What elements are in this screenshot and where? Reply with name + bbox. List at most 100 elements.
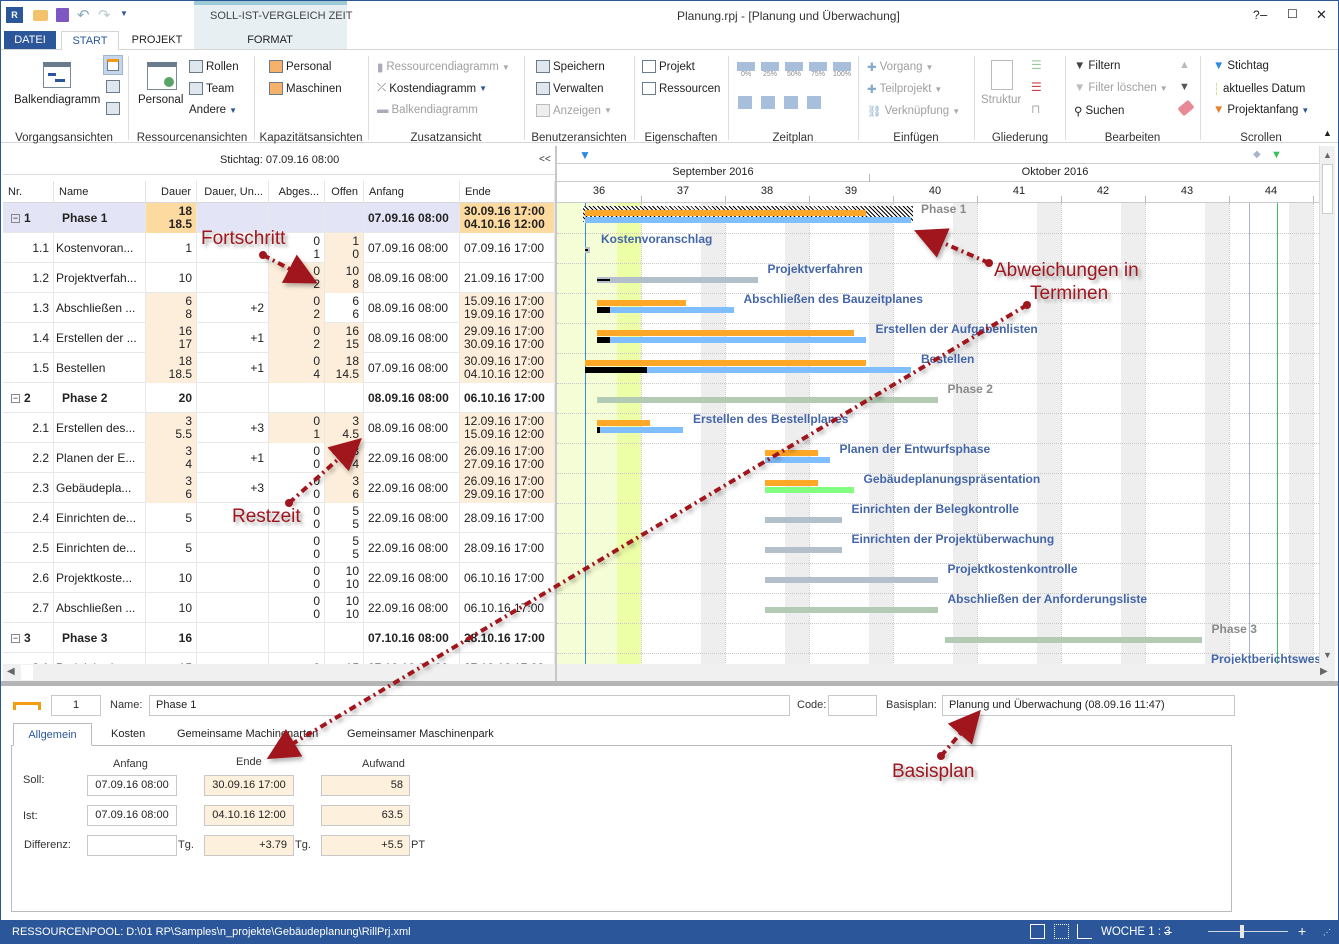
soll-aufwand-field[interactable]: 58 — [321, 775, 410, 796]
table-row[interactable]: 2.3 Gebäudepla... 3 6 +3 0 0 3 6 22.09.16 08:00 26… — [3, 473, 555, 503]
table-row[interactable]: 2.7 Abschließen ... 10 0 0 10 10 22.09.16 08:00… — [3, 593, 555, 623]
shift-task-icon[interactable] — [807, 96, 821, 109]
kostendiagramm-dropdown[interactable]: ⤫ Kostendiagramm ▼ — [377, 82, 487, 95]
resource-view-status-icon[interactable] — [1077, 924, 1092, 939]
timescale-label[interactable]: WOCHE 1 : 3 — [1101, 926, 1171, 938]
plan-bar[interactable] — [765, 480, 818, 486]
quick-access-dropdown-icon[interactable]: ▼ — [120, 9, 128, 18]
network-view-icon[interactable] — [106, 80, 120, 93]
filtern-button[interactable]: ▼ Filtern — [1074, 60, 1120, 72]
column-header-ende[interactable]: Ende — [460, 181, 555, 203]
scroll-down-arrow-icon[interactable]: ▼ — [1323, 650, 1332, 660]
normal-bar[interactable] — [597, 277, 758, 283]
gantt-small-view-icon[interactable] — [103, 55, 123, 75]
plan-bar[interactable] — [597, 420, 650, 426]
speichern-button[interactable]: Speichern — [536, 60, 605, 73]
collapse-toggle-icon[interactable]: − — [11, 633, 20, 643]
projektanfang-dropdown[interactable]: ▼ Projektanfang ▼ — [1213, 104, 1309, 116]
tab-kosten[interactable]: Kosten — [101, 723, 155, 746]
tab-gemeinsame-machinenarten[interactable]: Gemeinsame Machinenarten — [167, 723, 328, 746]
zoom-slider-thumb[interactable] — [1240, 925, 1244, 938]
gantt-view-status-icon[interactable] — [1030, 924, 1045, 939]
column-header-name[interactable]: Name — [54, 181, 146, 203]
scroll-up-icon[interactable]: ▲ — [1179, 59, 1190, 71]
collapse-ribbon-icon[interactable]: ▲ — [1323, 128, 1332, 138]
actual-bar[interactable] — [585, 217, 911, 223]
gantt-vertical-scrollbar[interactable]: ▲ ▼ — [1319, 146, 1335, 664]
scroll-thumb[interactable] — [1322, 164, 1333, 214]
summary-bar[interactable] — [765, 607, 938, 613]
table-row[interactable]: 3.1Projektberi...1501507.10.16 08:0027.1… — [3, 653, 555, 664]
stichtag-button[interactable]: ▼ Stichtag — [1213, 60, 1269, 72]
progress-1-button[interactable]: 25% — [760, 62, 780, 86]
current-date-marker-icon[interactable]: ▼ — [1271, 149, 1282, 161]
table-view-icon[interactable] — [106, 102, 120, 115]
summary-bar[interactable] — [945, 637, 1202, 643]
soll-anfang-field[interactable]: 07.09.16 08:00 — [87, 775, 177, 796]
diff-aufwand-field[interactable]: +5.5 — [321, 835, 410, 856]
split-task-icon[interactable] — [761, 96, 775, 109]
filter-loeschen-dropdown[interactable]: ▼ Filter löschen ▼ — [1074, 82, 1168, 94]
table-row[interactable]: 1.5 Bestellen 18 18.5 +1 0 4 18 14.5 07.09.16 08:… — [3, 353, 555, 383]
name-field[interactable]: Phase 1 — [149, 695, 790, 716]
column-header-abges[interactable]: Abges... — [269, 181, 325, 203]
undo-icon[interactable]: ↶ — [77, 6, 90, 24]
outdent-icon[interactable]: ☰ — [1031, 80, 1042, 94]
normal-bar[interactable] — [765, 577, 938, 583]
ressourcendiagramm-dropdown[interactable]: ▮ Ressourcendiagramm ▼ — [377, 60, 510, 74]
verknuepfung-insert-dropdown[interactable]: ⛓ Verknüpfung ▼ — [867, 104, 960, 118]
soll-ende-field[interactable]: 30.09.16 17:00 — [204, 775, 294, 796]
column-header-dauer[interactable]: Dauer — [146, 181, 197, 203]
progress-2-button[interactable]: 50% — [784, 62, 804, 86]
struktur-dropdown[interactable]: Struktur — [981, 94, 1021, 106]
balkendiagramm-button[interactable]: Balkendiagramm — [14, 94, 100, 106]
tab-projekt[interactable]: PROJEKT — [125, 31, 189, 49]
zoom-slider-track[interactable] — [1208, 931, 1288, 932]
eraser-icon[interactable] — [1177, 99, 1195, 117]
normal-bar[interactable] — [765, 517, 842, 523]
table-row[interactable]: 1.3 Abschließen ... 6 8 +2 0 2 6 6 08.09.16 08:00… — [3, 293, 555, 323]
table-horizontal-scrollbar[interactable]: ◀ — [3, 664, 555, 681]
table-row[interactable]: −2 Phase 2 20 08.09.16 08:00 06.10.16 17:00 — [3, 383, 555, 413]
ressourcen-properties-button[interactable]: Ressourcen — [642, 82, 720, 95]
andere-dropdown[interactable]: Andere ▼ — [189, 104, 237, 116]
progress-0-button[interactable]: 0% — [736, 62, 756, 86]
kapazitaet-maschinen-button[interactable]: Maschinen — [269, 82, 342, 95]
save-icon[interactable] — [56, 8, 69, 22]
zusatz-balkendiagramm-button[interactable]: ▬ Balkendiagramm — [377, 104, 478, 116]
align-task-icon[interactable] — [784, 96, 798, 109]
team-button[interactable]: Team — [189, 82, 234, 95]
vorgang-insert-dropdown[interactable]: ✚ Vorgang ▼ — [867, 60, 933, 74]
progress-bar[interactable] — [597, 307, 610, 313]
column-header-dauer_un[interactable]: Dauer, Un... — [197, 181, 269, 203]
actual-bar[interactable] — [765, 457, 830, 463]
stichtag-marker-icon[interactable]: ▼ — [579, 148, 591, 162]
collapse-toggle-icon[interactable]: − — [11, 393, 20, 403]
plan-bar[interactable] — [597, 300, 686, 306]
plan-bar[interactable] — [597, 330, 854, 336]
progress-3-button[interactable]: 75% — [808, 62, 828, 86]
progress-bar[interactable] — [597, 427, 600, 433]
scroll-thumb[interactable] — [21, 665, 33, 680]
collapse-toggle-icon[interactable]: − — [11, 213, 20, 223]
table-row[interactable]: 2.5 Einrichten de... 5 0 0 5 5 22.09.16 08:00 28… — [3, 533, 555, 563]
progress-bar[interactable] — [597, 337, 610, 343]
table-view-status-icon[interactable] — [1054, 924, 1069, 939]
scroll-left-arrow-icon[interactable]: ◀ — [7, 666, 15, 677]
indent-icon[interactable]: ☰ — [1031, 58, 1042, 72]
move-icon[interactable]: ⊓ — [1031, 102, 1040, 116]
open-folder-icon[interactable] — [33, 10, 48, 21]
close-button[interactable]: ✕ — [1316, 7, 1327, 23]
scroll-right-arrow-icon[interactable]: ▶ — [1320, 666, 1328, 677]
kapazitaet-personal-button[interactable]: Personal — [269, 60, 331, 73]
table-row[interactable]: 2.6 Projektkoste... 10 0 0 10 10 22.09.16 08:00… — [3, 563, 555, 593]
tab-datei[interactable]: DATEI — [4, 31, 56, 49]
zoom-in-button[interactable]: + — [1298, 923, 1306, 939]
table-row[interactable]: −3 Phase 3 16 07.10.16 08:00 28.10.16 17:00 — [3, 623, 555, 653]
code-field[interactable] — [828, 695, 877, 716]
table-row[interactable]: 1.4 Erstellen der ... 16 17 +1 0 2 16 15 08.09.16… — [3, 323, 555, 353]
scroll-down-icon[interactable]: ▼ — [1179, 81, 1190, 93]
column-header-anfang[interactable]: Anfang — [364, 181, 460, 203]
zoom-out-button[interactable]: – — [1164, 923, 1172, 939]
plan-bar[interactable] — [585, 210, 866, 216]
